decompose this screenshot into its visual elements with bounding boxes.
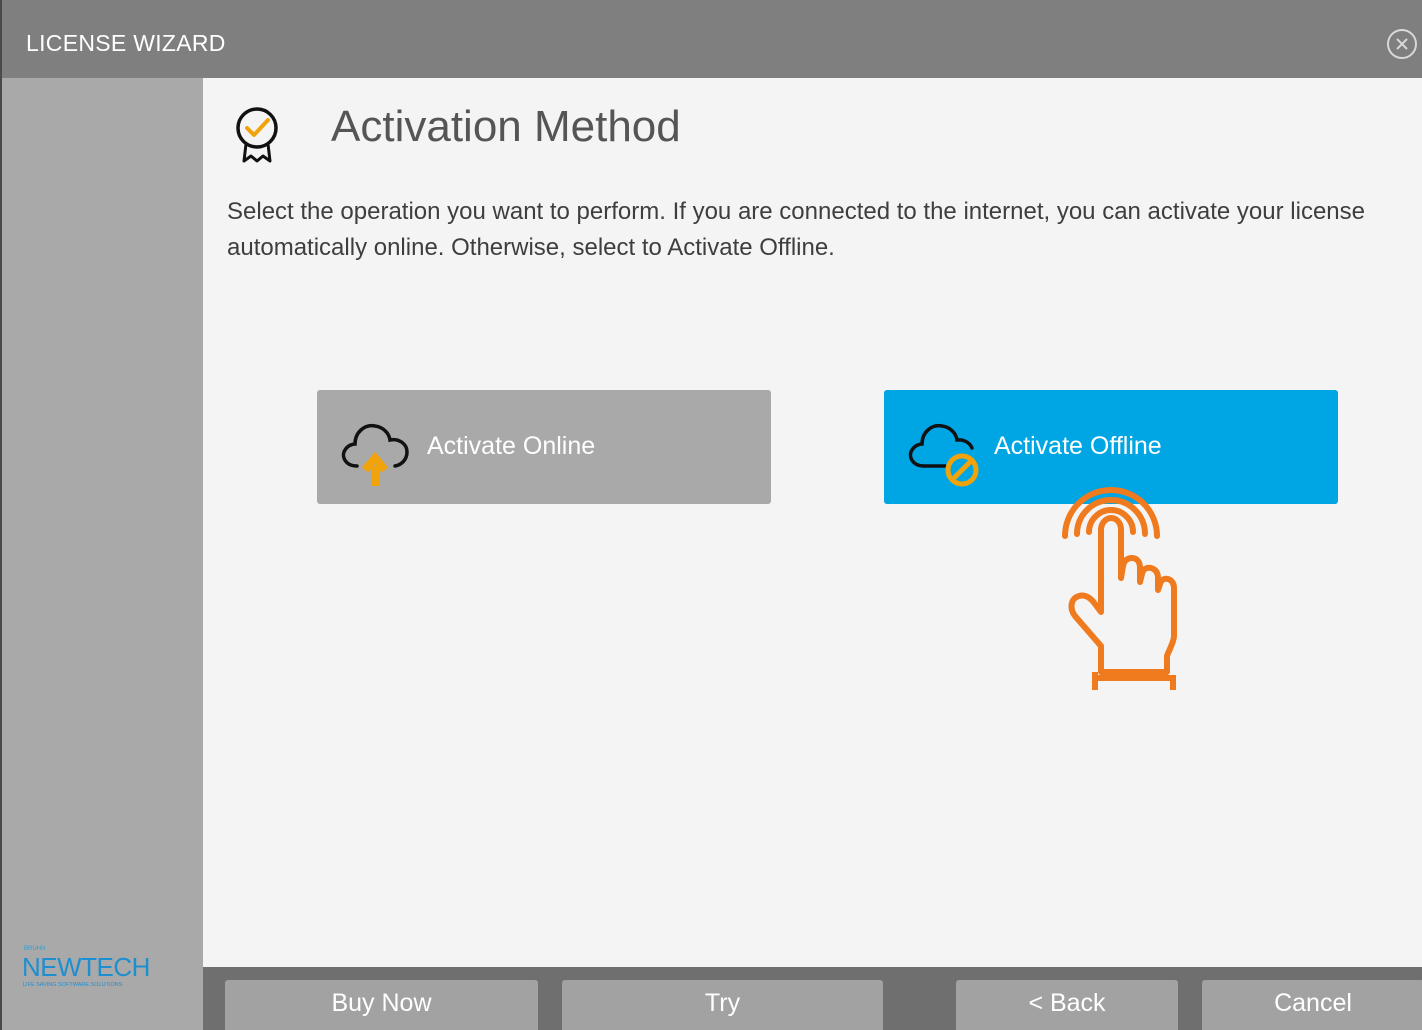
- try-button[interactable]: Try: [562, 980, 883, 1030]
- activate-online-label: Activate Online: [427, 432, 596, 460]
- back-button[interactable]: < Back: [956, 980, 1178, 1030]
- sidebar: BRUHN NEWTECH LIFE SAVING SOFTWARE SOLUT…: [2, 78, 203, 1030]
- cloud-upload-icon: [341, 423, 409, 486]
- brand-tagline: LIFE SAVING SOFTWARE SOLUTIONS: [23, 982, 123, 988]
- activate-offline-label: Activate Offline: [994, 432, 1162, 460]
- page-title: Activation Method: [331, 102, 681, 151]
- main-content: Activation Method Select the operation y…: [203, 78, 1422, 967]
- brand-name: NEWTECH: [22, 952, 150, 982]
- buy-now-button[interactable]: Buy Now: [225, 980, 538, 1030]
- award-badge-check-icon: [236, 107, 278, 163]
- cloud-blocked-icon: [908, 423, 979, 487]
- wizard-footer: Buy Now Try < Back Cancel: [203, 967, 1422, 1030]
- newtech-logo: BRUHN NEWTECH LIFE SAVING SOFTWARE SOLUT…: [22, 946, 192, 1000]
- page-description: Select the operation you want to perform…: [227, 198, 1365, 261]
- activate-online-button[interactable]: Activate Online: [317, 390, 771, 504]
- license-wizard-window: LICENSE WIZARD BRUHN NEWTECH LIFE SAVING…: [0, 0, 1422, 1030]
- tap-hand-icon: [1062, 487, 1177, 690]
- window-title: LICENSE WIZARD: [26, 30, 226, 56]
- close-icon[interactable]: [1386, 28, 1418, 60]
- cancel-button[interactable]: Cancel: [1202, 980, 1422, 1030]
- title-bar: LICENSE WIZARD: [2, 0, 1422, 78]
